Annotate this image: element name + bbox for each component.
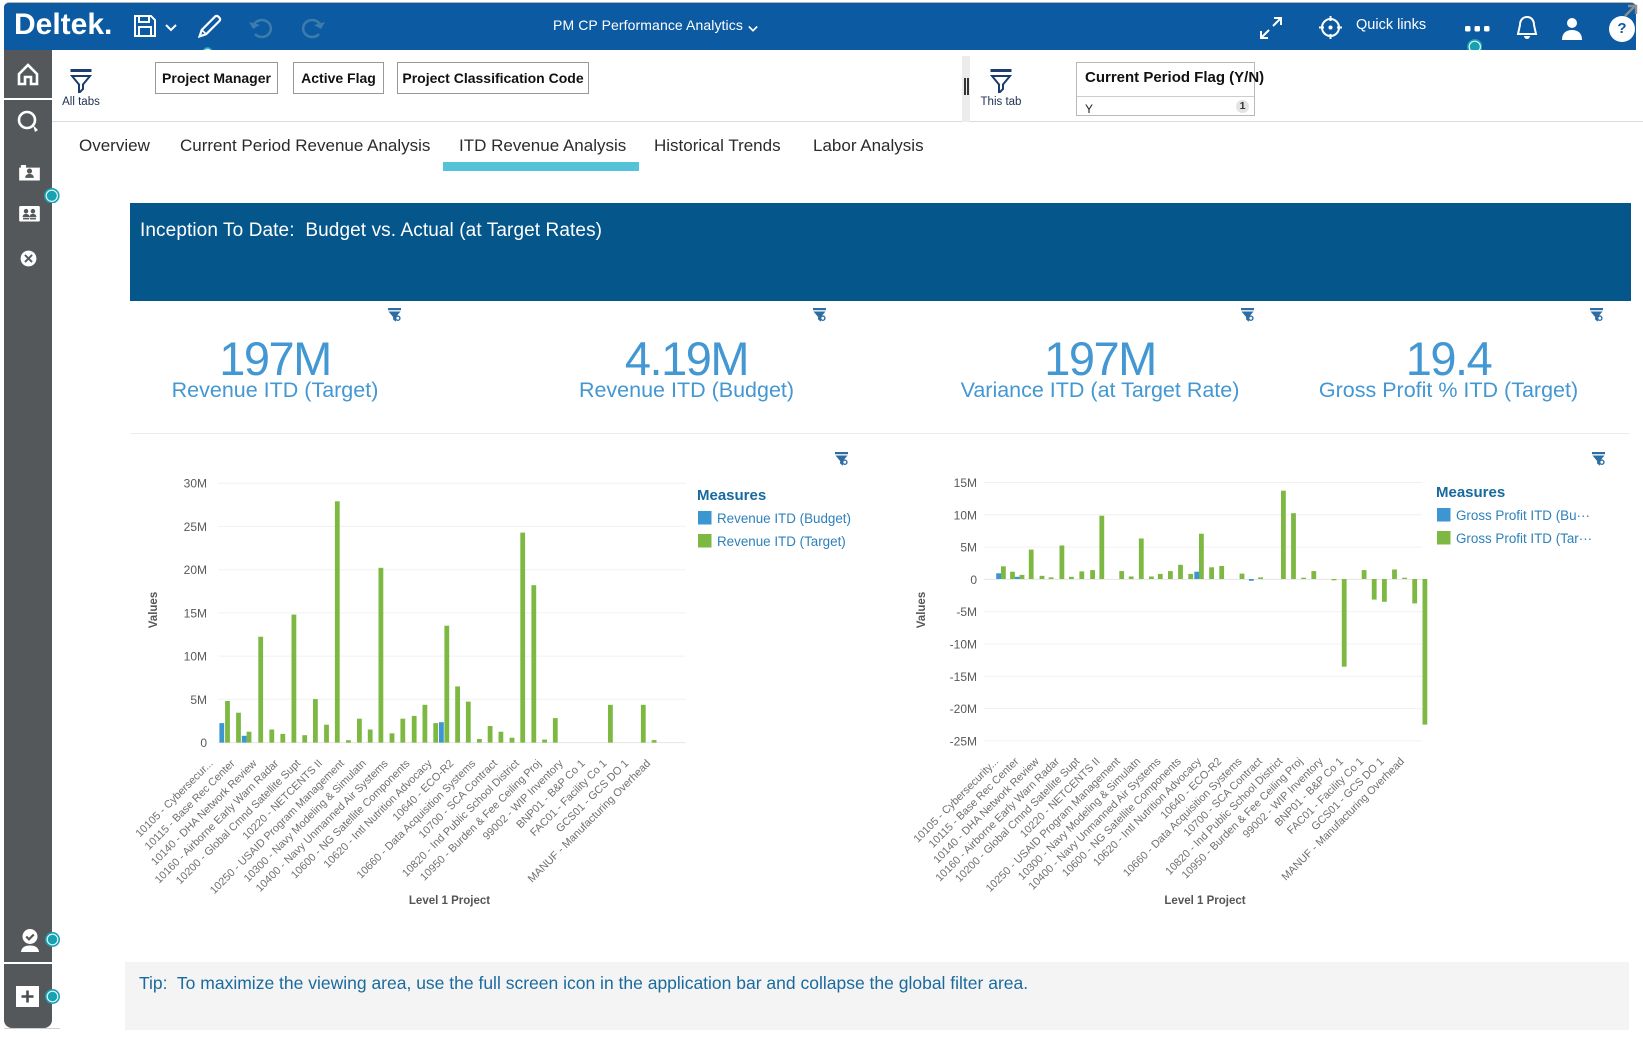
svg-text:20M: 20M — [184, 563, 207, 577]
svg-text:0: 0 — [200, 736, 207, 750]
svg-text:Gross Profit ITD (Bu···: Gross Profit ITD (Bu··· — [1456, 508, 1590, 523]
svg-text:25M: 25M — [184, 520, 207, 534]
svg-text:Level 1 Project: Level 1 Project — [1164, 895, 1245, 907]
svg-text:5M: 5M — [960, 541, 977, 555]
svg-text:Revenue ITD (Budget): Revenue ITD (Budget) — [717, 511, 851, 526]
svg-text:10M: 10M — [954, 508, 977, 522]
svg-text:10M: 10M — [184, 650, 207, 664]
svg-text:5M: 5M — [190, 693, 207, 707]
svg-text:30M: 30M — [184, 477, 207, 491]
svg-text:-15M: -15M — [950, 670, 977, 684]
svg-text:15M: 15M — [184, 606, 207, 620]
svg-text:Values: Values — [916, 592, 928, 628]
svg-text:-20M: -20M — [950, 702, 977, 716]
svg-text:Measures: Measures — [1436, 484, 1505, 501]
svg-text:-10M: -10M — [950, 638, 977, 652]
svg-text:0: 0 — [970, 573, 977, 587]
svg-text:Gross Profit ITD (Tar···: Gross Profit ITD (Tar··· — [1456, 531, 1592, 546]
svg-text:Level 1 Project: Level 1 Project — [409, 895, 490, 907]
svg-text:15M: 15M — [954, 476, 977, 490]
svg-text:-25M: -25M — [950, 734, 977, 748]
svg-text:Values: Values — [148, 592, 160, 628]
svg-text:Measures: Measures — [697, 487, 766, 504]
svg-text:-5M: -5M — [956, 605, 977, 619]
svg-text:Revenue ITD (Target): Revenue ITD (Target) — [717, 534, 846, 549]
